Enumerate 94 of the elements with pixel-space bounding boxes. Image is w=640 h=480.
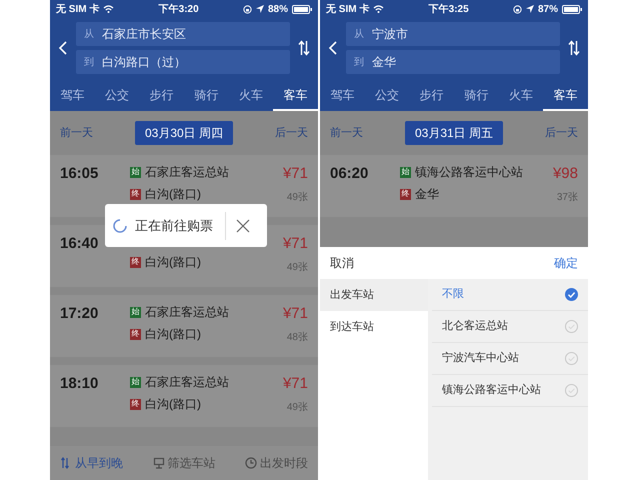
origin-field[interactable]: 从 石家庄市长安区 (76, 22, 290, 46)
spinner-icon (113, 218, 127, 232)
battery-percent: 88% (268, 2, 288, 16)
ticket-price: ¥71 (282, 304, 308, 324)
carrier-text: 无 SIM 卡 (56, 2, 100, 16)
ticket-price: ¥71 (282, 164, 308, 184)
destination-tag: 终 (130, 256, 141, 268)
field-prefix: 从 (84, 28, 94, 42)
mode-tab[interactable]: 步行 (409, 82, 454, 111)
origin-tag: 始 (400, 166, 411, 178)
lock-rotation-icon (512, 4, 522, 14)
mode-tab[interactable]: 火车 (228, 82, 274, 111)
lock-rotation-icon (242, 4, 252, 14)
seats-left: 49张 (286, 190, 308, 204)
departure-time: 06:20 (330, 164, 370, 184)
seats-left: 49张 (286, 260, 308, 274)
mode-tab[interactable]: 火车 (498, 82, 544, 111)
back-icon[interactable] (58, 41, 68, 55)
destination-field[interactable]: 到 金华 (346, 50, 560, 74)
carrier-text: 无 SIM 卡 (326, 2, 370, 16)
field-value: 石家庄市长安区 (102, 26, 186, 43)
trip-row[interactable]: 17:20 始 石家庄客运总站 终 白沟(路口) ¥71 48张 (50, 295, 318, 357)
seats-left: 48张 (286, 330, 308, 344)
clock-time: 下午3:20 (158, 2, 199, 16)
origin-station: 石家庄客运总站 (145, 164, 229, 181)
cancel-button[interactable]: 取消 (330, 254, 354, 272)
seats-left: 37张 (556, 190, 578, 204)
origin-tag: 始 (130, 166, 141, 178)
station-option[interactable]: 宁波汽车中心站 (432, 343, 588, 375)
destination-tag: 终 (130, 328, 141, 340)
trip-row[interactable]: 06:20 始 镇海公路客运中心站 终 金华 ¥98 37张 (320, 155, 588, 217)
close-icon (236, 218, 250, 232)
location-arrow-icon (256, 5, 264, 13)
confirm-button[interactable]: 确定 (554, 254, 578, 272)
departure-time: 17:20 (60, 304, 100, 324)
mode-tab[interactable]: 步行 (139, 82, 184, 111)
wifi-icon (103, 5, 114, 13)
origin-tag: 始 (130, 376, 141, 388)
ticket-price: ¥98 (552, 164, 578, 184)
destination-station: 白沟(路口) (145, 326, 201, 343)
field-value: 宁波市 (372, 26, 408, 43)
destination-station: 金华 (415, 186, 439, 203)
battery-icon (562, 4, 582, 14)
field-prefix: 到 (354, 56, 364, 70)
origin-station: 石家庄客运总站 (145, 304, 229, 321)
field-prefix: 到 (84, 56, 94, 70)
back-icon[interactable] (328, 41, 338, 55)
sort-icon (60, 457, 72, 469)
field-value: 金华 (372, 54, 396, 71)
destination-field[interactable]: 到 白沟路口（过） (76, 50, 290, 74)
destination-tag: 终 (130, 398, 141, 410)
departure-time: 18:10 (60, 374, 100, 394)
mode-tab[interactable]: 骑行 (454, 82, 499, 111)
destination-tag: 终 (400, 188, 411, 200)
station-option[interactable]: 镇海公路客运中心站 (432, 375, 588, 407)
station-option[interactable]: 北仑客运总站 (432, 311, 588, 343)
destination-tag: 终 (130, 188, 141, 200)
category-item[interactable]: 出发车站 (320, 279, 428, 311)
option-label: 镇海公路客运中心站 (442, 382, 541, 398)
destination-station: 白沟(路口) (145, 396, 201, 413)
battery-percent: 87% (538, 2, 558, 16)
mode-tab[interactable]: 骑行 (184, 82, 229, 111)
date-button[interactable]: 03月31日 周五 (404, 121, 504, 145)
date-button[interactable]: 03月30日 周四 (134, 121, 234, 145)
station-option[interactable]: 不限 (432, 279, 588, 311)
ticket-price: ¥71 (282, 234, 308, 254)
seats-left: 49张 (286, 400, 308, 414)
mode-tab[interactable]: 驾车 (50, 82, 95, 111)
clock-icon (245, 457, 257, 469)
field-prefix: 从 (354, 28, 364, 42)
departure-time: 16:05 (60, 164, 100, 184)
option-label: 不限 (442, 287, 464, 302)
option-label: 宁波汽车中心站 (442, 350, 519, 366)
mode-tab[interactable]: 公交 (364, 82, 410, 111)
origin-station: 镇海公路客运中心站 (415, 164, 523, 181)
mode-tab[interactable]: 驾车 (320, 82, 365, 111)
location-arrow-icon (526, 5, 534, 13)
field-value: 白沟路口（过） (102, 54, 186, 71)
trip-row[interactable]: 18:10 始 石家庄客运总站 终 白沟(路口) ¥71 49张 (50, 365, 318, 427)
destination-station: 白沟(路口) (145, 254, 201, 271)
wifi-icon (373, 5, 384, 13)
swap-icon[interactable] (298, 40, 310, 56)
mode-tab[interactable]: 公交 (94, 82, 140, 111)
clock-time: 下午3:25 (428, 2, 469, 16)
ticket-price: ¥71 (282, 374, 308, 394)
station-icon (152, 457, 164, 469)
battery-icon (292, 4, 312, 14)
origin-field[interactable]: 从 宁波市 (346, 22, 560, 46)
swap-icon[interactable] (568, 40, 580, 56)
destination-station: 白沟(路口) (145, 186, 201, 203)
origin-station: 石家庄客运总站 (145, 374, 229, 391)
origin-tag: 始 (130, 306, 141, 318)
departure-time: 16:40 (60, 234, 100, 254)
option-label: 北仑客运总站 (442, 318, 508, 334)
